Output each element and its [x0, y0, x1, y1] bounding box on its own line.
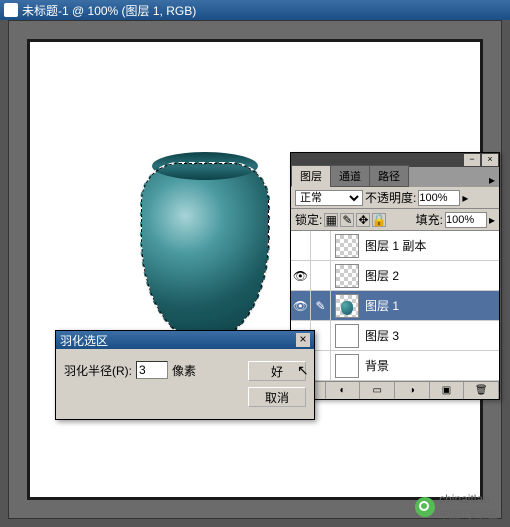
- visibility-toggle[interactable]: 👁: [291, 261, 311, 291]
- fill-label: 填充:: [416, 211, 443, 228]
- layer-thumbnail: [335, 354, 359, 378]
- radius-input[interactable]: [136, 361, 168, 379]
- lock-move-icon[interactable]: ✥: [356, 213, 370, 227]
- layer-row[interactable]: 👁 图层 2: [291, 261, 499, 291]
- layer-row[interactable]: 👁✎ 图层 1: [291, 291, 499, 321]
- fill-input[interactable]: [445, 212, 487, 228]
- dialog-body: 羽化半径(R): 像素 好 取消: [56, 349, 314, 419]
- panel-footer: ● ◐ ▭ ◑ ▣ 🗑: [291, 381, 499, 399]
- visibility-toggle[interactable]: [291, 231, 311, 261]
- minimize-panel-icon[interactable]: −: [464, 154, 480, 166]
- new-layer-button[interactable]: ▣: [430, 382, 465, 399]
- delete-layer-button[interactable]: 🗑: [464, 382, 499, 399]
- panel-menu-icon[interactable]: ▸: [485, 173, 499, 187]
- radius-unit: 像素: [172, 362, 196, 379]
- link-toggle[interactable]: ✎: [311, 291, 331, 321]
- layer-name[interactable]: 图层 2: [363, 267, 499, 284]
- blend-row: 正常 不透明度: ▸: [291, 187, 499, 208]
- layer-thumbnail: [335, 234, 359, 258]
- layer-thumbnail: [335, 324, 359, 348]
- lock-label: 锁定:: [295, 211, 322, 228]
- tab-channels[interactable]: 通道: [330, 165, 370, 187]
- watermark: chinaitlab 中国IT实验室: [415, 492, 498, 521]
- layer-row[interactable]: 👁背景: [291, 351, 499, 381]
- layer-name[interactable]: 图层 3: [363, 327, 499, 344]
- layer-thumbnail: [335, 294, 359, 318]
- watermark-sub: 中国IT实验室: [439, 506, 498, 521]
- lock-brush-icon[interactable]: ✎: [340, 213, 354, 227]
- watermark-logo-icon: [415, 497, 435, 517]
- close-icon[interactable]: ×: [296, 333, 310, 347]
- marquee-selection: [140, 162, 270, 342]
- opacity-dropdown-icon[interactable]: ▸: [462, 191, 468, 205]
- panel-tabs: 图层 通道 路径 ▸: [291, 167, 499, 187]
- app-icon: [4, 3, 18, 17]
- ok-button[interactable]: 好: [248, 361, 306, 381]
- feather-dialog: 羽化选区 × 羽化半径(R): 像素 好 取消: [55, 330, 315, 420]
- opacity-label: 不透明度:: [365, 189, 416, 206]
- opacity-input[interactable]: [418, 190, 460, 206]
- lock-all-icon[interactable]: 🔒: [372, 213, 386, 227]
- link-toggle[interactable]: [311, 231, 331, 261]
- layer-thumbnail: [335, 264, 359, 288]
- layer-row[interactable]: 👁图层 3: [291, 321, 499, 351]
- cancel-button[interactable]: 取消: [248, 387, 306, 407]
- layer-set-button[interactable]: ▭: [360, 382, 395, 399]
- watermark-text: chinaitlab: [439, 492, 490, 506]
- layer-name[interactable]: 图层 1: [363, 297, 499, 314]
- fill-dropdown-icon[interactable]: ▸: [489, 213, 495, 227]
- layer-name[interactable]: 背景: [363, 357, 499, 374]
- layer-list: 图层 1 副本 👁 图层 2 👁✎ 图层 1 👁图层 3👁背景: [291, 231, 499, 381]
- dialog-titlebar[interactable]: 羽化选区 ×: [56, 331, 314, 349]
- radius-label: 羽化半径(R):: [64, 362, 132, 379]
- blend-mode-select[interactable]: 正常: [295, 190, 363, 206]
- close-panel-icon[interactable]: ×: [482, 154, 498, 166]
- layers-panel: − × 图层 通道 路径 ▸ 正常 不透明度: ▸ 锁定: ▦ ✎ ✥ 🔒 填充…: [290, 152, 500, 400]
- layer-row[interactable]: 图层 1 副本: [291, 231, 499, 261]
- link-toggle[interactable]: [311, 261, 331, 291]
- lock-transparency-icon[interactable]: ▦: [324, 213, 338, 227]
- tab-paths[interactable]: 路径: [369, 165, 409, 187]
- dialog-title: 羽化选区: [60, 332, 108, 349]
- lock-row: 锁定: ▦ ✎ ✥ 🔒 填充: ▸: [291, 208, 499, 231]
- visibility-toggle[interactable]: 👁: [291, 291, 311, 321]
- window-title: 未标题-1 @ 100% (图层 1, RGB): [22, 2, 506, 19]
- adjustment-layer-button[interactable]: ◑: [395, 382, 430, 399]
- window-titlebar: 未标题-1 @ 100% (图层 1, RGB): [0, 0, 510, 20]
- layer-name[interactable]: 图层 1 副本: [363, 237, 499, 254]
- tab-layers[interactable]: 图层: [291, 165, 331, 187]
- layer-mask-button[interactable]: ◐: [326, 382, 361, 399]
